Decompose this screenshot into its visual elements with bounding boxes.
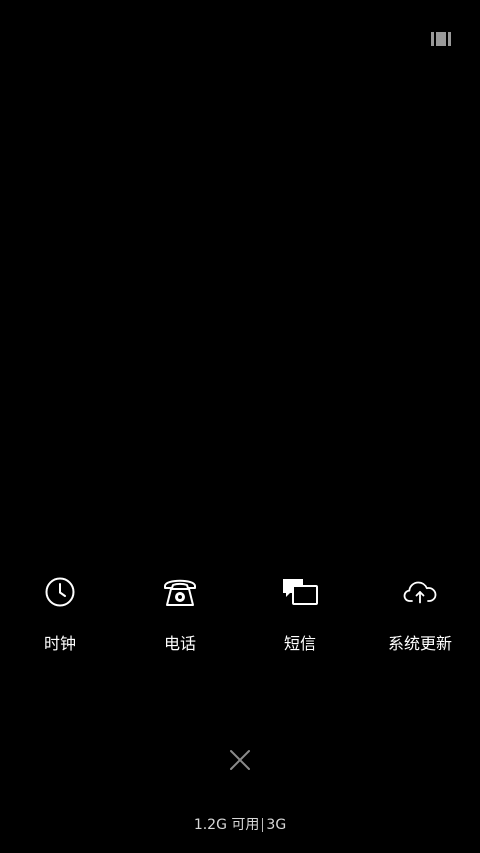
app-messages[interactable]: 短信 [240, 572, 360, 672]
app-system-update[interactable]: 系统更新 [360, 572, 480, 672]
clear-all-button[interactable] [222, 742, 258, 778]
app-clock[interactable]: 时钟 [0, 572, 120, 672]
cloud-upload-icon [400, 572, 440, 612]
app-label-messages: 短信 [283, 634, 316, 653]
memory-info: 1.2G 可用 3G [0, 815, 480, 835]
memory-available: 1.2G 可用 [193, 817, 260, 833]
message-icon [280, 572, 320, 612]
close-icon [230, 750, 250, 770]
app-label-system-update: 系统更新 [387, 634, 452, 653]
memory-total: 3G [266, 817, 287, 833]
app-label-phone: 电话 [163, 634, 196, 653]
memory-separator [262, 818, 264, 832]
app-phone[interactable]: 电话 [120, 572, 240, 672]
clock-icon [40, 572, 80, 612]
recent-apps-row: 时钟 电话 短信 系统更新 [0, 572, 480, 672]
view-toggle-button[interactable] [428, 28, 454, 50]
app-label-clock: 时钟 [43, 634, 76, 653]
phone-icon [160, 572, 200, 612]
view-toggle-icon [431, 32, 451, 46]
